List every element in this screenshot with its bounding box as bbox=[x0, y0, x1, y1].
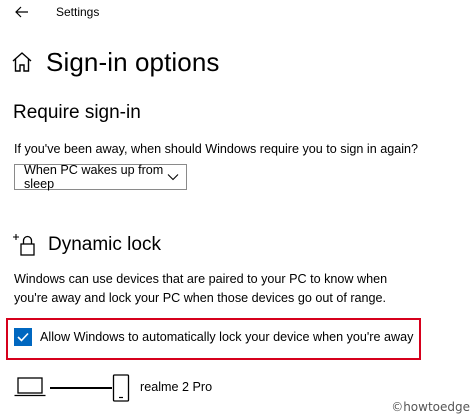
dynamic-lock-heading: Dynamic lock bbox=[48, 234, 161, 255]
watermark: ©howtoedge bbox=[391, 400, 470, 414]
dropdown-selected-value: When PC wakes up from sleep bbox=[24, 163, 164, 191]
laptop-icon bbox=[14, 377, 46, 397]
page-header: Sign-in options bbox=[10, 42, 220, 82]
connection-line bbox=[50, 387, 112, 389]
dynamic-lock-checkbox[interactable] bbox=[14, 328, 32, 346]
page-title: Sign-in options bbox=[46, 46, 220, 77]
paired-device-name: realme 2 Pro bbox=[140, 380, 213, 394]
checkmark-icon bbox=[17, 332, 29, 342]
chevron-down-icon bbox=[167, 174, 179, 181]
lock-sparkle-icon bbox=[13, 234, 35, 256]
dynamic-lock-checkbox-row[interactable]: Allow Windows to automatically lock your… bbox=[14, 328, 413, 346]
dynamic-lock-header: Dynamic lock bbox=[12, 232, 161, 258]
app-title: Settings bbox=[56, 5, 100, 19]
require-signin-dropdown[interactable]: When PC wakes up from sleep bbox=[14, 163, 187, 191]
dynamic-lock-checkbox-label: Allow Windows to automatically lock your… bbox=[40, 330, 414, 344]
arrow-left-icon bbox=[15, 6, 28, 18]
home-icon bbox=[12, 52, 32, 72]
back-button[interactable] bbox=[9, 2, 35, 22]
settings-page: Settings Sign-in options Require sign-in… bbox=[0, 0, 474, 416]
title-bar: Settings bbox=[0, 0, 474, 24]
dynamic-lock-description-line2: you're away and lock your PC when those … bbox=[14, 291, 387, 305]
require-signin-heading: Require sign-in bbox=[13, 102, 141, 123]
phone-icon bbox=[112, 374, 130, 402]
dynamic-lock-description-line1: Windows can use devices that are paired … bbox=[14, 272, 388, 286]
require-signin-question: If you've been away, when should Windows… bbox=[14, 142, 419, 156]
